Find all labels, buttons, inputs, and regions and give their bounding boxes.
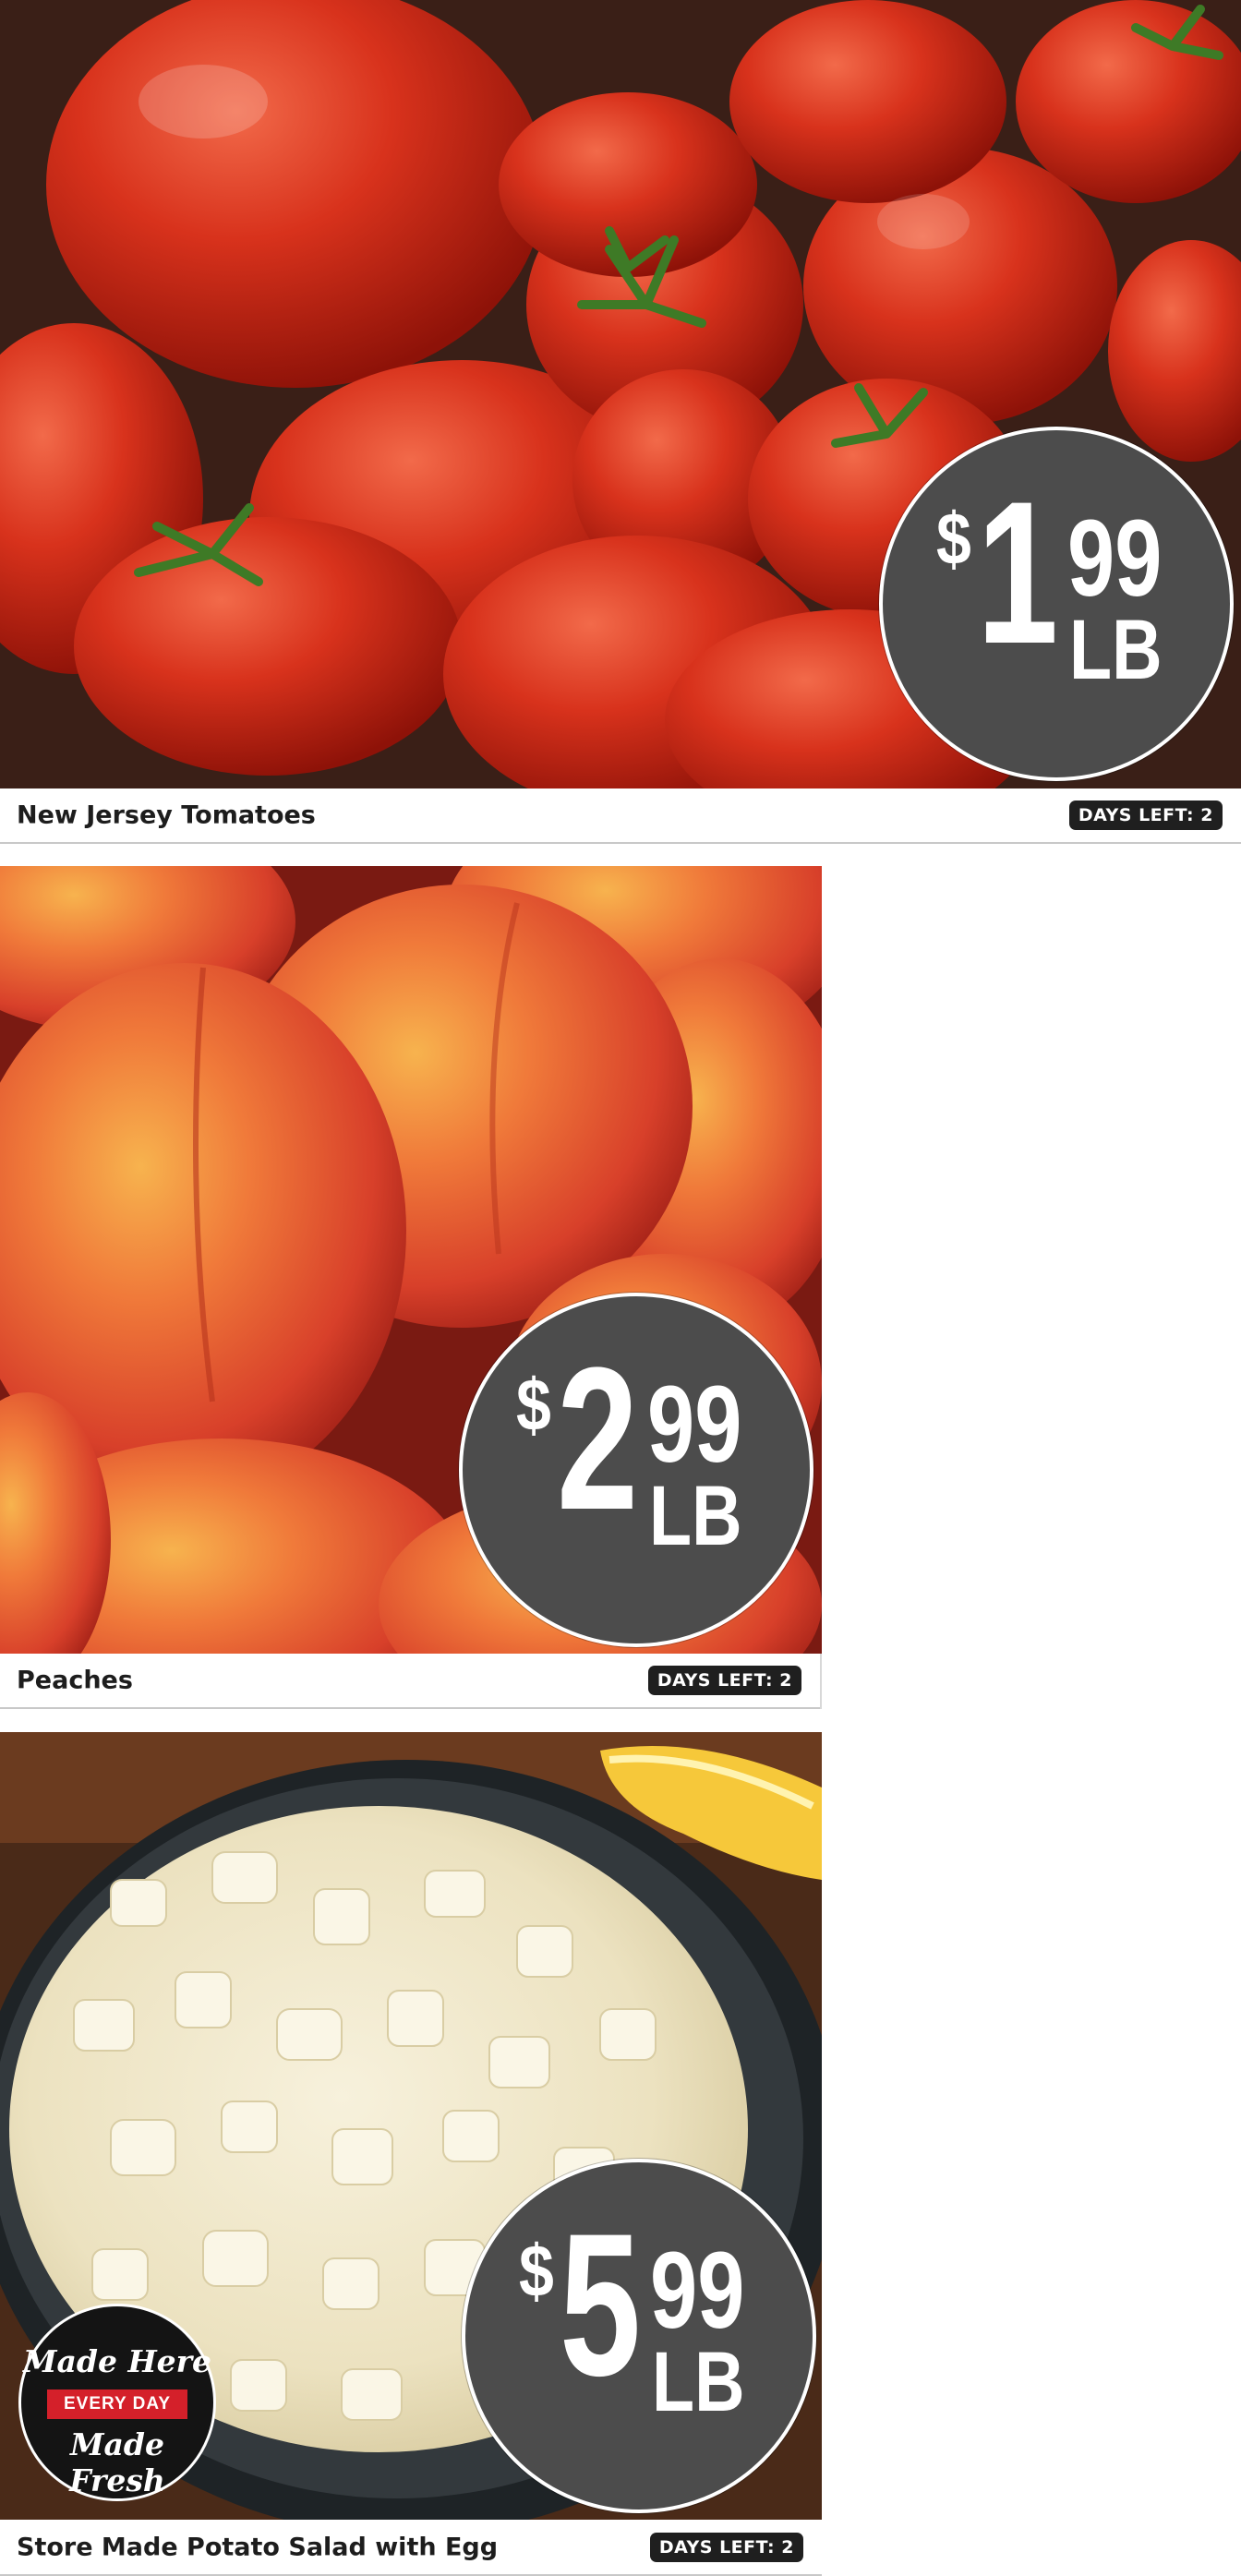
price-cents: 99 [650,2230,745,2352]
price-cents: 99 [647,1364,742,1486]
product-footer: Store Made Potato Salad with Egg DAYS LE… [0,2520,822,2576]
product-footer: Peaches DAYS LEFT: 2 [0,1654,820,1709]
product-name[interactable]: Store Made Potato Salad with Egg [17,2533,498,2561]
product-card-tomatoes[interactable]: $ 1 99 LB New Jersey Tomatoes DAYS LEFT:… [0,0,1241,844]
made-here-badge: Made Here EVERY DAY Made Fresh [18,2304,216,2501]
badge-line-1: Made Here [22,2343,212,2379]
days-left-badge: DAYS LEFT: 2 [1068,800,1223,830]
price-dollars: 5 [560,2191,642,2418]
price-tag: $ 5 99 LB [462,2159,816,2513]
badge-ribbon: EVERY DAY [47,2389,187,2419]
days-left-badge: DAYS LEFT: 2 [649,2532,803,2562]
badge-line-2: Made Fresh [69,2426,165,2498]
price-dollars: 2 [557,1325,639,1552]
price-tag: $ 1 99 LB [879,427,1234,781]
product-name[interactable]: Peaches [17,1667,133,1695]
product-card-peaches[interactable]: $ 2 99 LB Peaches DAYS LEFT: 2 [0,866,822,1709]
product-name[interactable]: New Jersey Tomatoes [17,801,316,830]
product-footer: New Jersey Tomatoes DAYS LEFT: 2 [0,788,1241,844]
price-unit: LB [652,2335,745,2429]
price-currency: $ [516,1364,551,1446]
price-currency: $ [936,498,971,580]
price-unit: LB [649,1469,742,1563]
price-cents: 99 [1067,498,1163,620]
price-tag: $ 2 99 LB [459,1293,813,1647]
price-dollars: 1 [977,459,1059,686]
days-left-badge: DAYS LEFT: 2 [647,1666,801,1695]
price-unit: LB [1069,603,1163,697]
price-currency: $ [519,2230,554,2312]
